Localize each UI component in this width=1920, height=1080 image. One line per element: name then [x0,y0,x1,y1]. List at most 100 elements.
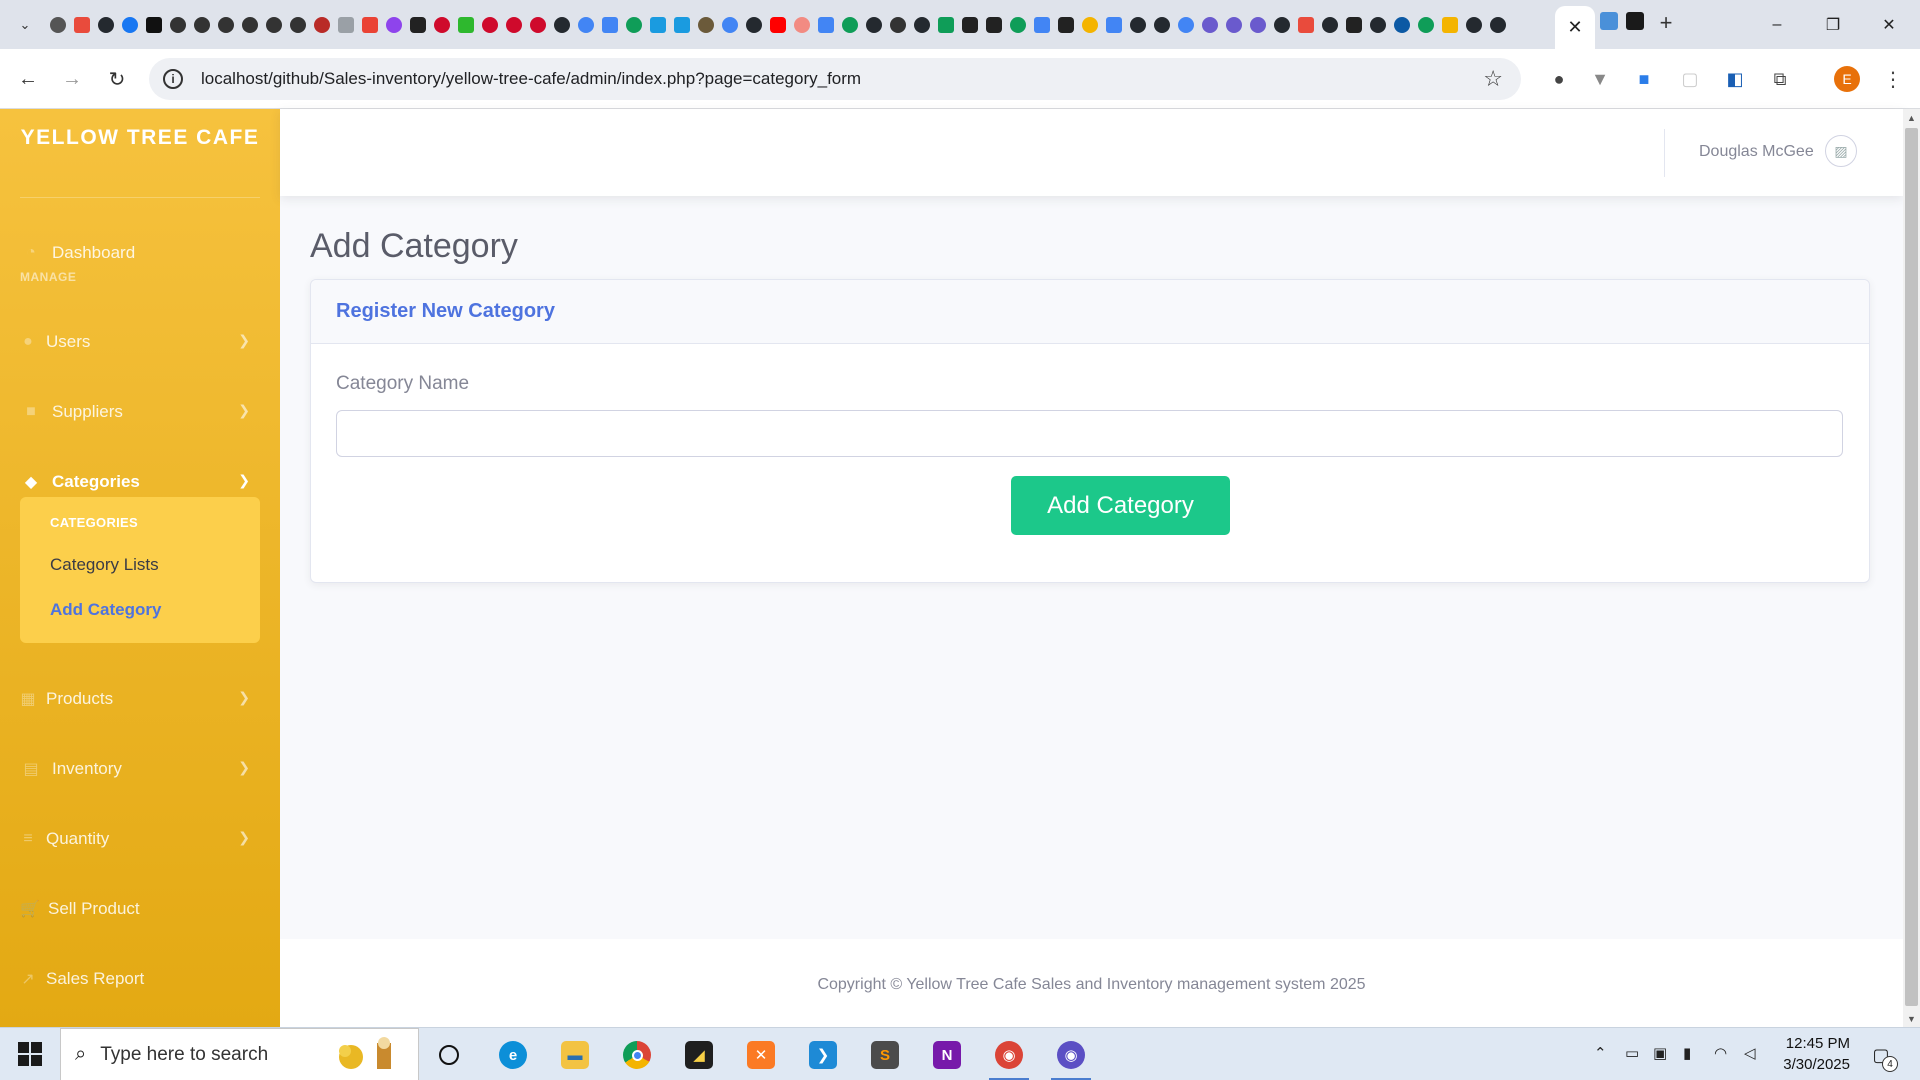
tab-favicon[interactable] [142,13,166,37]
sidebar-item-sell-product[interactable]: 🛒 Sell Product [20,889,260,929]
chrome-icon[interactable] [618,1036,656,1074]
tab-favicon[interactable] [670,13,694,37]
tab-favicon[interactable] [334,13,358,37]
tab-favicon[interactable] [1318,13,1342,37]
onenote-icon[interactable]: N [928,1036,966,1074]
tab-favicon[interactable] [238,13,262,37]
tab-favicon[interactable] [1270,13,1294,37]
tab-favicon[interactable] [838,13,862,37]
xampp-icon[interactable]: ✕ [742,1036,780,1074]
windows-start-icon[interactable] [10,1038,50,1070]
tab-favicon[interactable] [454,13,478,37]
tab-favicon[interactable] [478,13,502,37]
tab-favicon[interactable] [46,13,70,37]
tab-favicon[interactable] [1054,13,1078,37]
restore-button[interactable]: ❐ [1806,0,1860,49]
close-window-button[interactable]: ✕ [1862,0,1916,49]
extension-icon[interactable]: ● [1544,64,1574,94]
tab-favicon[interactable] [766,13,790,37]
tab-favicon[interactable] [166,13,190,37]
volume-icon[interactable]: ◁ [1744,1044,1756,1062]
tab-favicon[interactable] [742,13,766,37]
sidebar-item-dashboard[interactable]: ◔ Dashboard [20,233,260,273]
task-view-icon[interactable] [430,1036,468,1074]
sublime-text-icon[interactable]: S [866,1036,904,1074]
tab-favicon[interactable] [94,13,118,37]
kebab-menu-icon[interactable]: ⋮ [1878,64,1908,94]
tab-favicon[interactable] [934,13,958,37]
extension-icon[interactable]: ▼ [1585,64,1615,94]
tab-favicon[interactable] [118,13,142,37]
tab-favicon[interactable] [1174,13,1198,37]
tab-favicon[interactable] [1414,13,1438,37]
taskbar-clock[interactable]: 12:45 PM 3/30/2025 [1760,1033,1850,1075]
tab-favicon[interactable] [598,13,622,37]
add-category-button[interactable]: Add Category [1011,476,1230,535]
tab-favicon[interactable] [574,13,598,37]
tab-favicon[interactable] [982,13,1006,37]
sidebar-item-suppliers[interactable]: ■ Suppliers ❯ [20,392,260,432]
extension-icon[interactable]: ◧ [1720,64,1750,94]
tab-favicon[interactable] [1626,12,1644,30]
tab-favicon[interactable] [646,13,670,37]
tab-favicon[interactable] [358,13,382,37]
tab-favicon[interactable] [862,13,886,37]
submenu-item-category-lists[interactable]: Category Lists [50,555,159,575]
tab-favicon[interactable] [1294,13,1318,37]
scroll-up-arrow-icon[interactable]: ▲ [1903,109,1920,126]
minimize-button[interactable]: – [1750,0,1804,49]
puzzle-extensions-icon[interactable]: ⧉ [1765,64,1795,94]
tab-favicon[interactable] [1102,13,1126,37]
notification-center-icon[interactable]: ▢ 4 [1866,1040,1898,1072]
extension-icon[interactable]: ▢ [1675,64,1705,94]
tab-favicon[interactable] [1030,13,1054,37]
tab-favicon[interactable] [1222,13,1246,37]
sidebar-item-sales-report[interactable]: ↗ Sales Report [20,959,260,999]
category-name-input[interactable] [336,410,1843,457]
edge-browser-icon[interactable]: e [494,1036,532,1074]
taskbar-search-box[interactable]: ⌕ Type here to search [60,1028,419,1080]
tab-favicon[interactable] [1126,13,1150,37]
extension-icon[interactable]: ■ [1629,64,1659,94]
url-text[interactable]: localhost/github/Sales-inventory/yellow-… [201,69,861,89]
reload-icon[interactable]: ↻ [97,59,137,99]
vscode-icon[interactable]: ❯ [804,1036,842,1074]
tab-favicon[interactable] [694,13,718,37]
display-icon[interactable]: ▣ [1653,1044,1667,1062]
tab-favicon[interactable] [214,13,238,37]
tab-favicon[interactable] [1438,13,1462,37]
submenu-item-add-category[interactable]: Add Category [50,600,161,620]
tab-favicon[interactable] [286,13,310,37]
user-name[interactable]: Douglas McGee [1699,143,1814,161]
sidebar-item-inventory[interactable]: ▤ Inventory ❯ [20,749,260,789]
forward-arrow-icon[interactable]: → [52,59,92,99]
tab-favicon[interactable] [1246,13,1270,37]
tab-favicon[interactable] [814,13,838,37]
sidebar-brand[interactable]: YELLOW TREE CAFE [20,123,260,153]
tab-favicon[interactable] [910,13,934,37]
tab-favicon[interactable] [70,13,94,37]
sidebar-item-products[interactable]: ▦ Products ❯ [20,679,260,719]
page-scrollbar[interactable]: ▲ ▼ [1903,109,1920,1027]
tab-favicon[interactable] [310,13,334,37]
battery-icon[interactable]: ▮ [1683,1044,1691,1062]
site-info-icon[interactable]: i [163,69,183,89]
tab-favicon[interactable] [718,13,742,37]
tab-favicon[interactable] [190,13,214,37]
chrome-profile-icon[interactable]: ◉ [990,1036,1028,1074]
show-hidden-icons-chevron-icon[interactable]: ⌃ [1594,1044,1607,1062]
sidebar-item-categories[interactable]: ◆ Categories ❯ [20,462,260,502]
tab-favicon[interactable] [1198,13,1222,37]
tab-favicon[interactable] [1366,13,1390,37]
tab-search-chevron-icon[interactable]: ⌄ [12,12,38,38]
bookmark-star-icon[interactable]: ☆ [1483,66,1503,92]
tab-favicon[interactable] [1150,13,1174,37]
address-bar[interactable]: i localhost/github/Sales-inventory/yello… [149,58,1521,100]
tab-favicon[interactable] [430,13,454,37]
tab-favicon[interactable] [1486,13,1510,37]
tab-favicon[interactable] [1342,13,1366,37]
chrome-profile-icon[interactable]: ◉ [1052,1036,1090,1074]
tab-favicon[interactable] [262,13,286,37]
meet-now-icon[interactable]: ▭ [1625,1044,1639,1062]
tab-favicon[interactable] [1078,13,1102,37]
